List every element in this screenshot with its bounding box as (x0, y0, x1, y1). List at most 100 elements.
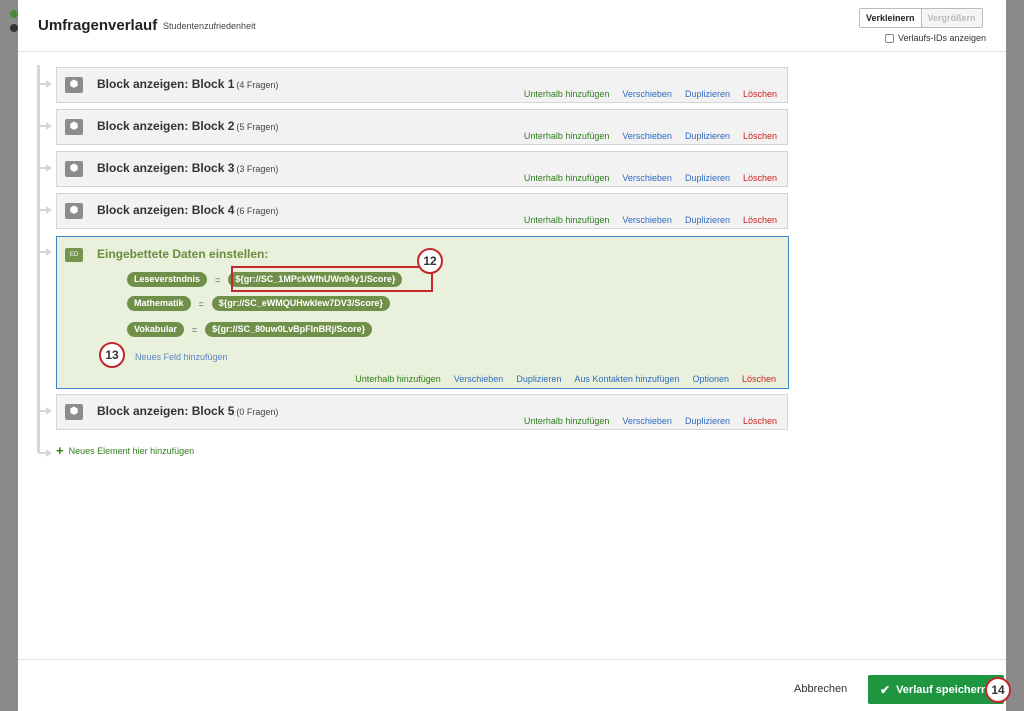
arrow-right-icon (46, 449, 52, 457)
duplicate-link[interactable]: Duplizieren (685, 215, 730, 225)
move-link[interactable]: Verschieben (622, 173, 672, 183)
save-flow-label: Verlauf speichern (896, 683, 988, 696)
block-actions: Unterhalb hinzufügen Verschieben Duplizi… (524, 89, 777, 99)
cube-icon: ⬢ (65, 119, 83, 135)
plus-icon: + (56, 443, 64, 458)
field-name[interactable]: Leseverstndnis (127, 272, 208, 287)
add-element-link[interactable]: + Neues Element hier hinzufügen (56, 443, 195, 458)
move-link[interactable]: Verschieben (622, 131, 672, 141)
show-ids-toggle[interactable]: Verlaufs-IDs anzeigen (885, 33, 986, 43)
add-below-link[interactable]: Unterhalb hinzufügen (524, 173, 610, 183)
bg-dot (10, 24, 18, 32)
modal-footer: Abbrechen ✔ Verlauf speichern 14 (18, 659, 1011, 711)
embedded-data-element[interactable]: ED Eingebettete Daten einstellen: Leseve… (56, 236, 789, 389)
background-right (1006, 0, 1024, 711)
arrow-right-icon (46, 407, 52, 415)
field-name[interactable]: Vokabular (127, 322, 184, 337)
modal-header: Umfragenverlauf Studentenzufriedenheit V… (18, 0, 1006, 52)
zoom-controls: Verkleinern Vergrößern (859, 8, 983, 28)
add-below-link[interactable]: Unterhalb hinzufügen (524, 215, 610, 225)
equals-sign: = (191, 324, 198, 335)
show-ids-checkbox[interactable] (885, 33, 894, 43)
field-name[interactable]: Mathematik (127, 296, 191, 311)
page-title: Umfragenverlauf (38, 17, 158, 34)
move-link[interactable]: Verschieben (622, 215, 672, 225)
block-actions: Unterhalb hinzufügen Verschieben Duplizi… (524, 131, 777, 141)
arrow-right-icon (46, 80, 52, 88)
delete-link[interactable]: Löschen (743, 215, 777, 225)
cube-icon: ⬢ (65, 203, 83, 219)
flow-block-1[interactable]: ⬢ Block anzeigen: Block 1 (4 Fragen) Unte… (56, 67, 788, 103)
embedded-actions: Unterhalb hinzufügen Verschieben Duplizi… (355, 374, 776, 384)
block-actions: Unterhalb hinzufügen Verschieben Duplizi… (524, 416, 777, 426)
cube-icon: ⬢ (65, 161, 83, 177)
duplicate-link[interactable]: Duplizieren (516, 374, 561, 384)
add-below-link[interactable]: Unterhalb hinzufügen (524, 89, 610, 99)
survey-flow-modal: Umfragenverlauf Studentenzufriedenheit V… (18, 0, 1011, 711)
block-label: Block anzeigen: Block 1 (97, 77, 235, 91)
cube-icon: ⬢ (65, 77, 83, 93)
delete-link[interactable]: Löschen (743, 173, 777, 183)
move-link[interactable]: Verschieben (622, 89, 672, 99)
duplicate-link[interactable]: Duplizieren (685, 89, 730, 99)
duplicate-link[interactable]: Duplizieren (685, 173, 730, 183)
flow-block-5[interactable]: ⬢ Block anzeigen: Block 5 (0 Fragen) Unte… (56, 394, 788, 430)
embedded-data-icon: ED (65, 248, 83, 262)
block-title: Block anzeigen: Block 1 (4 Fragen) (97, 77, 278, 91)
block-count: (3 Fragen) (236, 164, 279, 174)
options-link[interactable]: Optionen (692, 374, 729, 384)
duplicate-link[interactable]: Duplizieren (685, 131, 730, 141)
block-label: Block anzeigen: Block 4 (97, 203, 235, 217)
flow-line (37, 65, 40, 453)
callout-badge-12: 12 (417, 248, 443, 274)
zoom-out-button[interactable]: Verkleinern (860, 9, 922, 27)
embedded-field-row: Vokabular = ${gr://SC_80uw0LvBpFlnBRj/Sc… (127, 322, 373, 337)
field-value[interactable]: ${gr://SC_eWMQUHwklew7DV3/Score} (211, 296, 390, 311)
flow-canvas: ⬢ Block anzeigen: Block 1 (4 Fragen) Unte… (18, 53, 1006, 659)
add-field-link[interactable]: Neues Feld hinzufügen (135, 352, 228, 362)
bg-dot (10, 10, 18, 18)
delete-link[interactable]: Löschen (743, 131, 777, 141)
flow-block-3[interactable]: ⬢ Block anzeigen: Block 3 (3 Fragen) Unte… (56, 151, 788, 187)
block-count: (6 Fragen) (236, 206, 279, 216)
delete-link[interactable]: Löschen (742, 374, 776, 384)
block-title: Block anzeigen: Block 3 (3 Fragen) (97, 161, 278, 175)
arrow-right-icon (46, 164, 52, 172)
move-link[interactable]: Verschieben (622, 416, 672, 426)
delete-link[interactable]: Löschen (743, 89, 777, 99)
add-element-label: Neues Element hier hinzufügen (68, 446, 195, 456)
highlight-box (231, 266, 433, 292)
block-title: Block anzeigen: Block 4 (6 Fragen) (97, 203, 278, 217)
move-link[interactable]: Verschieben (454, 374, 504, 384)
block-title: Block anzeigen: Block 5 (0 Fragen) (97, 404, 278, 418)
add-from-contacts-link[interactable]: Aus Kontakten hinzufügen (574, 374, 679, 384)
add-below-link[interactable]: Unterhalb hinzufügen (355, 374, 441, 384)
block-count: (0 Fragen) (236, 407, 279, 417)
field-value[interactable]: ${gr://SC_80uw0LvBpFlnBRj/Score} (205, 322, 373, 337)
flow-block-2[interactable]: ⬢ Block anzeigen: Block 2 (5 Fragen) Unte… (56, 109, 788, 145)
duplicate-link[interactable]: Duplizieren (685, 416, 730, 426)
block-title: Block anzeigen: Block 2 (5 Fragen) (97, 119, 278, 133)
block-actions: Unterhalb hinzufügen Verschieben Duplizi… (524, 173, 777, 183)
background-left (0, 0, 18, 711)
block-label: Block anzeigen: Block 5 (97, 404, 235, 418)
arrow-right-icon (46, 206, 52, 214)
callout-badge-14: 14 (985, 677, 1011, 703)
flow-block-4[interactable]: ⬢ Block anzeigen: Block 4 (6 Fragen) Unte… (56, 193, 788, 229)
checkmark-icon: ✔ (880, 682, 891, 697)
block-label: Block anzeigen: Block 2 (97, 119, 235, 133)
block-label: Block anzeigen: Block 3 (97, 161, 235, 175)
zoom-in-button[interactable]: Vergrößern (921, 9, 982, 27)
embedded-field-row: Mathematik = ${gr://SC_eWMQUHwklew7DV3/S… (127, 296, 390, 311)
equals-sign: = (215, 274, 221, 285)
show-ids-label: Verlaufs-IDs anzeigen (898, 33, 987, 43)
block-count: (4 Fragen) (236, 80, 279, 90)
block-actions: Unterhalb hinzufügen Verschieben Duplizi… (524, 215, 777, 225)
cancel-button[interactable]: Abbrechen (794, 683, 847, 695)
add-below-link[interactable]: Unterhalb hinzufügen (524, 416, 610, 426)
save-flow-button[interactable]: ✔ Verlauf speichern (868, 675, 1004, 704)
delete-link[interactable]: Löschen (743, 416, 777, 426)
embedded-data-title: Eingebettete Daten einstellen: (97, 247, 269, 261)
equals-sign: = (198, 298, 204, 309)
add-below-link[interactable]: Unterhalb hinzufügen (524, 131, 610, 141)
